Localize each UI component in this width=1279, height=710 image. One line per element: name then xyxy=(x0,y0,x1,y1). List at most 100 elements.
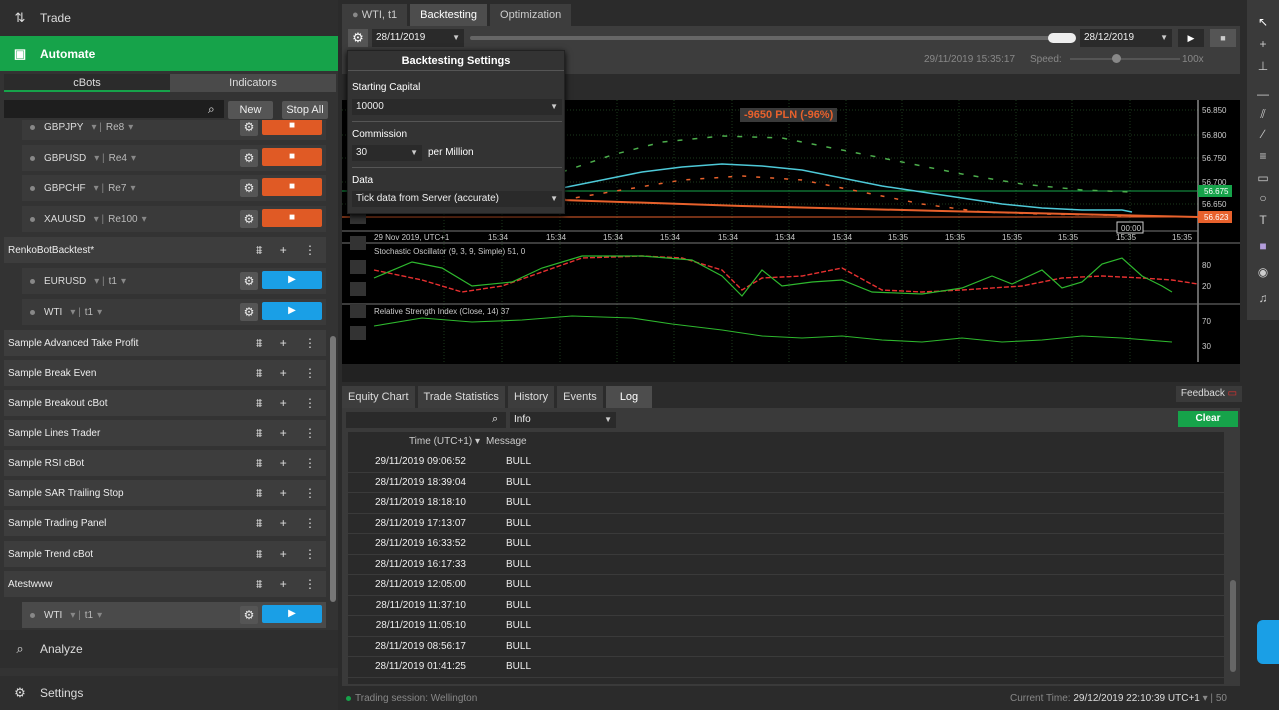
instance-symbol[interactable]: WTI xyxy=(44,610,62,621)
ellipse-icon[interactable]: ○ xyxy=(1253,188,1273,208)
starting-capital-field[interactable]: 10000 ▼ xyxy=(352,99,562,115)
gear-icon[interactable]: ⚙ xyxy=(240,303,258,321)
cbot-row[interactable]: Sample Trend cBot ⩩ + ⋮ xyxy=(4,541,326,567)
instance-row[interactable]: EURUSD ▾ | t1 ▾ ⚙ ▶ xyxy=(22,268,326,294)
more-icon[interactable]: ⋮ xyxy=(304,486,316,501)
gear-icon[interactable]: ⚙ xyxy=(240,149,258,167)
log-row[interactable]: 28/11/2019 17:13:07 BULL xyxy=(348,514,1224,534)
instances-icon[interactable]: ⩩ xyxy=(256,516,262,531)
play-button[interactable]: ▶ xyxy=(262,605,322,623)
instances-icon[interactable]: ⩩ xyxy=(256,486,262,501)
add-instance-icon[interactable]: + xyxy=(280,243,287,258)
tab-events[interactable]: Events xyxy=(557,386,603,408)
instance-symbol[interactable]: EURUSD xyxy=(44,276,86,287)
add-instance-icon[interactable]: + xyxy=(280,486,287,501)
gear-icon[interactable]: ⚙ xyxy=(240,210,258,228)
instance-row[interactable]: XAUUSD ▾ | Re100 ▾ ⚙ ■ xyxy=(22,206,326,232)
instance-row[interactable]: GBPJPY ▾ | Re8 ▾ ⚙ ■ xyxy=(22,120,326,140)
color-swatch-icon[interactable]: ■ xyxy=(1253,236,1273,256)
cursor-icon[interactable]: ↖ xyxy=(1253,12,1273,32)
add-instance-icon[interactable]: + xyxy=(280,336,287,351)
more-icon[interactable]: ⋮ xyxy=(304,456,316,471)
stop-all-button[interactable]: Stop All xyxy=(282,101,328,119)
stop-button[interactable]: ■ xyxy=(262,120,322,135)
log-row[interactable]: 28/11/2019 11:37:10 BULL xyxy=(348,596,1224,616)
instances-icon[interactable]: ⩩ xyxy=(256,366,262,381)
instance-timeframe[interactable]: Re4 xyxy=(109,153,127,164)
data-source-select[interactable]: Tick data from Server (accurate) ▼ xyxy=(352,191,562,207)
sort-icon[interactable]: ▾ xyxy=(475,436,480,447)
instance-row[interactable]: GBPCHF ▾ | Re7 ▾ ⚙ ■ xyxy=(22,175,326,201)
cbot-row[interactable]: Sample Trading Panel ⩩ + ⋮ xyxy=(4,510,326,536)
gear-icon[interactable]: ⚙ xyxy=(240,120,258,136)
add-instance-icon[interactable]: + xyxy=(280,516,287,531)
log-search-input[interactable] xyxy=(346,412,506,428)
nav-settings[interactable]: ⚙ Settings xyxy=(0,676,338,710)
tab-trade-statistics[interactable]: Trade Statistics xyxy=(417,386,505,408)
instance-timeframe[interactable]: Re7 xyxy=(108,183,126,194)
add-instance-icon[interactable]: + xyxy=(280,366,287,381)
chart-scrollbar[interactable] xyxy=(342,364,1240,382)
column-time-header[interactable]: Time (UTC+1) ▾ xyxy=(348,432,486,452)
cbot-row[interactable]: Sample Advanced Take Profit ⩩ + ⋮ xyxy=(4,330,326,356)
timeline-slider[interactable] xyxy=(470,36,1074,40)
horizontal-line-icon[interactable]: — xyxy=(1253,84,1273,104)
cbot-row[interactable]: Atestwww ⩩ + ⋮ xyxy=(4,571,326,597)
log-row[interactable]: 28/11/2019 12:05:00 BULL xyxy=(348,575,1224,596)
date-to-select[interactable]: 28/12/2019 ▼ xyxy=(1080,29,1172,47)
instance-timeframe[interactable]: Re100 xyxy=(108,214,137,225)
gear-icon[interactable]: ⚙ xyxy=(240,272,258,290)
instance-timeframe[interactable]: t1 xyxy=(109,276,117,287)
trend-lines-icon[interactable]: ⫽ xyxy=(1253,104,1273,124)
cbot-row[interactable]: Sample Break Even ⩩ + ⋮ xyxy=(4,360,326,386)
new-cbot-button[interactable]: New xyxy=(228,101,273,119)
tab-log[interactable]: Log xyxy=(605,386,653,408)
log-scrollbar[interactable] xyxy=(1230,580,1236,672)
left-scrollbar[interactable] xyxy=(330,336,336,602)
side-widget-icon[interactable] xyxy=(1257,620,1279,664)
cbot-row-renko[interactable]: RenkoBotBacktest* ⩩ + ⋮ xyxy=(4,237,326,263)
play-button[interactable]: ▶ xyxy=(1178,29,1204,47)
measure-icon[interactable]: ⊥ xyxy=(1253,56,1273,76)
instance-symbol[interactable]: GBPJPY xyxy=(44,122,83,133)
instances-icon[interactable]: ⩩ xyxy=(256,547,262,562)
instance-symbol[interactable]: GBPCHF xyxy=(44,183,86,194)
cbot-row[interactable]: Sample RSI cBot ⩩ + ⋮ xyxy=(4,450,326,476)
more-icon[interactable]: ⋮ xyxy=(304,547,316,562)
camera-icon[interactable]: ◉ xyxy=(1253,262,1273,282)
timezone-select[interactable]: UTC+1 xyxy=(1168,693,1200,704)
log-row[interactable]: 28/11/2019 16:17:33 BULL xyxy=(348,555,1224,575)
gear-icon[interactable]: ⚙ xyxy=(348,29,368,47)
instances-icon[interactable]: ⩩ xyxy=(256,456,262,471)
speed-handle[interactable] xyxy=(1112,54,1121,63)
more-icon[interactable]: ⋮ xyxy=(304,243,316,258)
tab-cbots[interactable]: cBots xyxy=(4,74,170,92)
instance-row[interactable]: WTI ▾ | t1 ▾ ⚙ ▶ xyxy=(22,602,326,628)
fibonacci-icon[interactable]: ≡ xyxy=(1253,146,1273,166)
cbot-search-input[interactable] xyxy=(4,100,224,118)
tab-equity-chart[interactable]: Equity Chart xyxy=(342,386,415,408)
more-icon[interactable]: ⋮ xyxy=(304,426,316,441)
rectangle-icon[interactable]: ▭ xyxy=(1253,168,1273,188)
instances-icon[interactable]: ⩩ xyxy=(256,426,262,441)
more-icon[interactable]: ⋮ xyxy=(304,366,316,381)
log-filter-select[interactable]: Info ▼ xyxy=(510,412,616,428)
log-row[interactable]: 28/11/2019 01:41:25 BULL xyxy=(348,657,1224,678)
commission-field[interactable]: 30 ▼ xyxy=(352,145,422,161)
tab-chart[interactable]: ● WTI, t1 xyxy=(342,4,408,26)
instances-icon[interactable]: ⩩ xyxy=(256,396,262,411)
clear-log-button[interactable]: Clear xyxy=(1178,411,1238,427)
instance-timeframe[interactable]: t1 xyxy=(85,307,93,318)
instance-symbol[interactable]: WTI xyxy=(44,307,62,318)
feedback-button[interactable]: Feedback ▭ xyxy=(1176,386,1242,402)
speed-slider[interactable] xyxy=(1070,58,1180,60)
instance-timeframe[interactable]: Re8 xyxy=(106,122,124,133)
instance-row[interactable]: WTI ▾ | t1 ▾ ⚙ ▶ xyxy=(22,299,326,325)
more-icon[interactable]: ⋮ xyxy=(304,516,316,531)
add-instance-icon[interactable]: + xyxy=(280,426,287,441)
instance-symbol[interactable]: GBPUSD xyxy=(44,153,86,164)
more-icon[interactable]: ⋮ xyxy=(304,577,316,592)
log-row[interactable]: 28/11/2019 08:56:17 BULL xyxy=(348,637,1224,657)
column-message-header[interactable]: Message xyxy=(486,432,527,452)
timeline-handle[interactable] xyxy=(1048,33,1076,43)
